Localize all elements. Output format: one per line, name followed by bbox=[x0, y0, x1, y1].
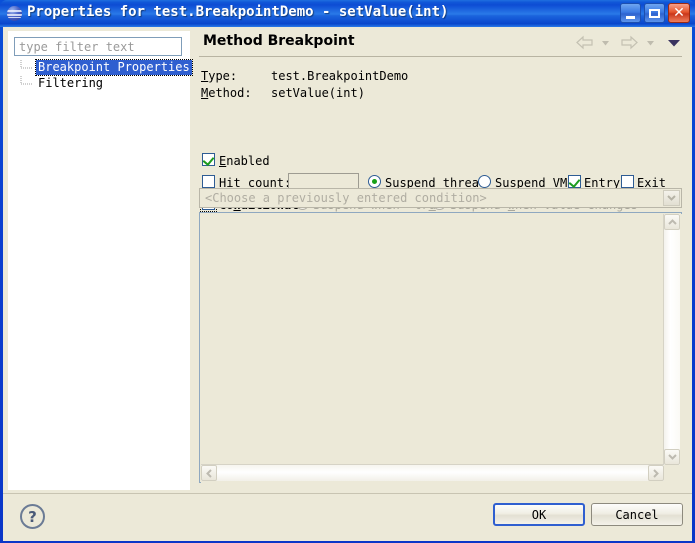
filter-input[interactable]: type filter text bbox=[14, 37, 182, 56]
scroll-down-button[interactable] bbox=[664, 449, 680, 465]
forward-arrow-icon[interactable] bbox=[620, 35, 638, 50]
settings-tree-panel: type filter text Breakpoint Properties F… bbox=[7, 30, 193, 491]
cancel-button[interactable]: Cancel bbox=[591, 503, 683, 526]
scroll-left-button[interactable] bbox=[201, 465, 217, 481]
scroll-right-button[interactable] bbox=[648, 465, 664, 481]
scroll-up-button[interactable] bbox=[664, 214, 680, 230]
properties-dialog-window: Properties for test.BreakpointDemo - set… bbox=[0, 0, 695, 543]
chevron-right-icon bbox=[653, 468, 659, 478]
maximize-icon bbox=[645, 4, 664, 22]
enabled-label: Enabled bbox=[219, 154, 270, 168]
settings-tree: Breakpoint Properties Filtering bbox=[14, 59, 193, 92]
chevron-up-icon bbox=[667, 219, 677, 225]
sidebar-item-filtering[interactable]: Filtering bbox=[14, 76, 186, 92]
main-panel: Method Breakpoint Type: test.BreakpointD… bbox=[193, 30, 688, 491]
minimize-button[interactable] bbox=[620, 3, 641, 23]
back-dropdown-icon[interactable] bbox=[602, 40, 610, 46]
method-value: setValue(int) bbox=[271, 86, 365, 100]
sidebar-item-breakpoint-properties[interactable]: Breakpoint Properties bbox=[14, 59, 193, 76]
condition-editor-horizontal-scrollbar[interactable] bbox=[201, 464, 664, 481]
exit-checkbox[interactable] bbox=[621, 175, 634, 188]
close-button[interactable]: ✕ bbox=[668, 3, 690, 23]
type-label: Type: bbox=[201, 69, 238, 83]
sidebar-item-label: Filtering bbox=[38, 76, 104, 90]
suspend-thread-radio[interactable] bbox=[368, 175, 381, 188]
ok-button[interactable]: OK bbox=[493, 503, 585, 526]
chevron-down-icon bbox=[667, 454, 677, 460]
maximize-button[interactable] bbox=[644, 3, 665, 23]
sidebar-item-label: Breakpoint Properties bbox=[35, 59, 193, 76]
window-title: Properties for test.BreakpointDemo - set… bbox=[27, 4, 449, 20]
dialog-content: type filter text Breakpoint Properties F… bbox=[3, 27, 692, 493]
back-arrow-icon[interactable] bbox=[576, 35, 593, 50]
type-value: test.BreakpointDemo bbox=[271, 69, 409, 83]
page-header: Method Breakpoint bbox=[193, 30, 688, 56]
dialog-button-bar: ? OK Cancel bbox=[3, 493, 692, 541]
chevron-down-icon bbox=[667, 195, 676, 201]
method-label: Method: bbox=[201, 86, 252, 100]
chevron-left-icon bbox=[206, 468, 212, 478]
navigation-toolbar bbox=[575, 35, 683, 53]
dialog-body: type filter text Breakpoint Properties F… bbox=[3, 27, 692, 541]
suspend-vm-radio[interactable] bbox=[478, 175, 491, 188]
enabled-checkbox[interactable] bbox=[202, 153, 215, 166]
help-icon[interactable]: ? bbox=[20, 504, 45, 529]
header-divider bbox=[199, 56, 682, 57]
condition-combo[interactable]: <Choose a previously entered condition> bbox=[199, 188, 682, 208]
tree-branch-icon bbox=[20, 76, 33, 85]
condition-combo-dropdown-button[interactable] bbox=[663, 190, 680, 206]
eclipse-sphere-icon bbox=[7, 6, 22, 21]
condition-editor-vertical-scrollbar[interactable] bbox=[663, 214, 680, 465]
condition-combo-value: <Choose a previously entered condition> bbox=[205, 191, 487, 205]
minimize-icon bbox=[621, 4, 640, 22]
hit-count-checkbox[interactable] bbox=[202, 175, 215, 188]
scrollbar-corner bbox=[664, 465, 680, 481]
condition-editor-text[interactable] bbox=[201, 214, 682, 483]
entry-checkbox[interactable] bbox=[568, 175, 581, 188]
forward-dropdown-icon[interactable] bbox=[646, 40, 654, 46]
tree-branch-icon bbox=[20, 60, 33, 69]
view-menu-icon[interactable] bbox=[668, 39, 680, 47]
title-bar[interactable]: Properties for test.BreakpointDemo - set… bbox=[0, 0, 695, 27]
condition-editor[interactable] bbox=[199, 212, 682, 483]
page-title: Method Breakpoint bbox=[203, 33, 355, 49]
close-icon: ✕ bbox=[673, 5, 685, 21]
